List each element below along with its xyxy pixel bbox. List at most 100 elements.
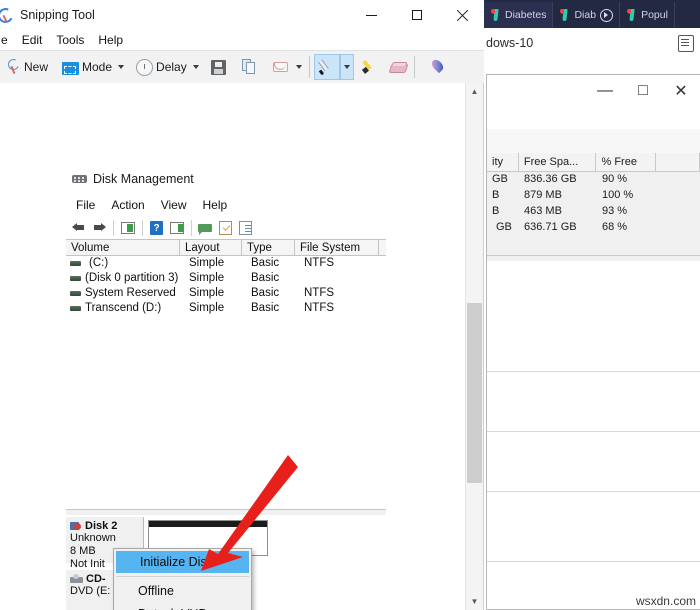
toolbar-divider	[113, 220, 114, 236]
delay-button[interactable]: Delay	[133, 54, 190, 80]
save-icon	[210, 60, 226, 75]
menu-tools[interactable]: Tools	[49, 31, 91, 49]
new-button[interactable]: New	[0, 54, 51, 80]
highlighter-icon	[361, 58, 379, 76]
column-layout[interactable]: Layout	[180, 240, 242, 255]
watermark: wsxdn.com	[635, 594, 696, 608]
check-icon[interactable]	[217, 219, 235, 237]
cell-volume: System Reserved	[85, 287, 176, 299]
close-button[interactable]	[439, 0, 484, 30]
toolbar-divider	[191, 220, 192, 236]
bg-col-extra[interactable]	[656, 153, 700, 171]
forward-arrow-icon[interactable]	[90, 219, 108, 237]
reading-list-icon[interactable]	[678, 35, 694, 52]
volume-icon	[70, 291, 81, 296]
scroll-down-icon[interactable]: ▼	[466, 593, 483, 610]
scroll-up-icon[interactable]: ▲	[466, 83, 483, 100]
context-menu-item-detach-vhd[interactable]: Detach VHD	[114, 603, 251, 610]
chevron-down-icon	[295, 65, 302, 69]
canvas-vertical-scrollbar[interactable]: ▲ ▼	[465, 83, 483, 610]
volume-icon	[70, 306, 81, 311]
minimize-icon	[366, 14, 377, 16]
table-row[interactable]: GB 836.36 GB 90 %	[487, 171, 700, 187]
save-button[interactable]	[208, 54, 229, 80]
background-minimize-button[interactable]: —	[586, 76, 624, 106]
close-icon	[456, 9, 468, 21]
pin-button[interactable]	[425, 54, 449, 80]
mode-dropdown[interactable]	[115, 54, 127, 80]
delay-dropdown[interactable]	[190, 54, 202, 80]
pen-button[interactable]	[313, 54, 340, 80]
play-audio-icon[interactable]	[600, 8, 614, 22]
browser-address-bar[interactable]: dows-10	[484, 28, 700, 59]
bg-col-percent-free[interactable]: % Free	[596, 153, 657, 171]
snipping-tool-window: Snipping Tool e Edit Tools Help New Mode	[0, 0, 484, 610]
delay-clock-icon	[136, 58, 154, 76]
background-maximize-button[interactable]: □	[624, 76, 662, 106]
bg-col-capacity[interactable]: ity	[487, 153, 519, 171]
scrollbar-thumb[interactable]	[467, 303, 482, 483]
eraser-button[interactable]	[386, 54, 410, 80]
pen-dropdown[interactable]	[339, 54, 354, 80]
background-close-button[interactable]: ✕	[662, 76, 700, 106]
context-menu-item-offline[interactable]: Offline	[114, 580, 251, 603]
snipping-tool-app-icon	[0, 7, 14, 23]
disk-management-menubar: File Action View Help	[68, 195, 235, 215]
copy-button[interactable]	[237, 54, 261, 80]
cell-volume: (Disk 0 partition 3)	[85, 272, 179, 284]
menu-help[interactable]: Help	[91, 31, 130, 49]
show-hide-console-tree-icon[interactable]	[119, 219, 137, 237]
disk2-name: Disk 2	[85, 520, 118, 532]
maximize-icon	[411, 10, 422, 20]
email-button[interactable]	[269, 54, 293, 80]
email-dropdown[interactable]	[293, 54, 305, 80]
snip-canvas[interactable]: Disk Management File Action View Help ?	[0, 83, 467, 610]
dm-menu-action[interactable]: Action	[103, 197, 152, 213]
dm-menu-file[interactable]: File	[68, 197, 103, 213]
cell-volume: Transcend (D:)	[85, 302, 162, 314]
help-icon[interactable]: ?	[148, 219, 166, 237]
background-disk-management-window: — □ ✕ ity Free Spa... % Free GB 836.36 G…	[486, 74, 700, 610]
cell-type: Basic	[251, 272, 280, 284]
properties-icon[interactable]	[168, 219, 186, 237]
maximize-button[interactable]	[394, 0, 439, 30]
dm-menu-help[interactable]: Help	[195, 197, 236, 213]
table-row[interactable]: Transcend (D:) Simple Basic NTFS	[66, 301, 386, 316]
bg-cell-capacity: GB	[496, 221, 512, 233]
bg-cell-free-space: 836.36 GB	[524, 173, 577, 185]
bg-col-free-space[interactable]: Free Spa...	[519, 153, 597, 171]
bg-cell-capacity: GB	[492, 173, 508, 185]
background-table-body: GB 836.36 GB 90 % B 879 MB 100 % B 463 M…	[487, 171, 700, 235]
snipping-tool-titlebar[interactable]: Snipping Tool	[0, 0, 484, 30]
menu-edit[interactable]: Edit	[15, 31, 50, 49]
browser-tab-2[interactable]: Popul	[620, 2, 675, 28]
list-icon[interactable]	[237, 219, 255, 237]
menu-file[interactable]: e	[0, 31, 15, 49]
table-row[interactable]: (C:) Simple Basic NTFS	[66, 256, 386, 271]
back-arrow-icon[interactable]	[70, 219, 88, 237]
chevron-down-icon	[118, 65, 125, 69]
column-volume[interactable]: Volume	[66, 240, 180, 255]
dm-menu-view[interactable]: View	[153, 197, 195, 213]
table-row[interactable]: B 463 MB 93 %	[487, 203, 700, 219]
cell-type: Basic	[251, 257, 280, 269]
table-row[interactable]: B 879 MB 100 %	[487, 187, 700, 203]
mode-button[interactable]: Mode	[59, 54, 115, 80]
browser-tab-label: Popul	[641, 9, 668, 21]
red-arrow-annotation	[201, 455, 298, 571]
table-row[interactable]: (Disk 0 partition 3) Simple Basic	[66, 271, 386, 286]
browser-tab-0[interactable]: Diabetes	[484, 2, 554, 28]
highlighter-button[interactable]	[358, 54, 382, 80]
cell-layout: Simple	[189, 272, 225, 284]
browser-tab-1[interactable]: Diab	[553, 2, 621, 28]
column-file-system[interactable]: File System	[295, 240, 379, 255]
column-type[interactable]: Type	[242, 240, 295, 255]
minimize-button[interactable]	[349, 0, 394, 30]
disk-management-toolbar: ?	[66, 217, 386, 239]
snipping-tool-toolbar: New Mode Delay	[0, 50, 484, 84]
mode-button-label: Mode	[82, 60, 113, 74]
table-row[interactable]: GB 636.71 GB 68 %	[487, 219, 700, 235]
browser-tab-label: Diabetes	[505, 9, 547, 21]
table-row[interactable]: System Reserved Simple Basic NTFS	[66, 286, 386, 301]
rescan-disks-icon[interactable]	[197, 219, 215, 237]
